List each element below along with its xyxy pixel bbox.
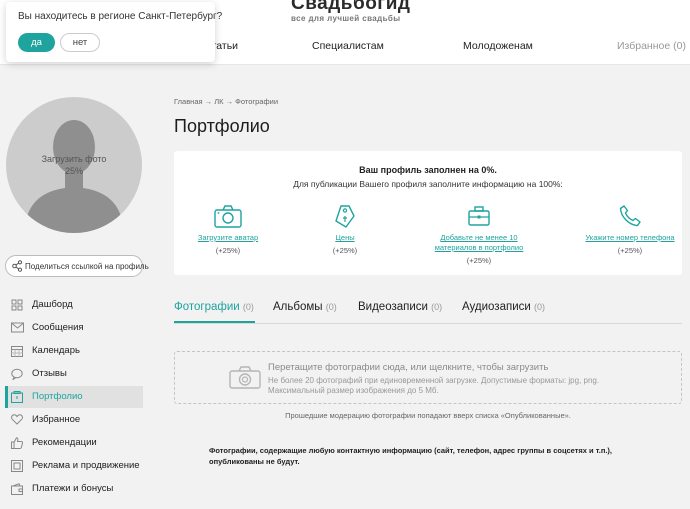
- completion-subline: Для публикации Вашего профиля заполните …: [293, 179, 563, 189]
- nav-specialists[interactable]: Специалистам: [312, 40, 384, 52]
- page-title: Портфолио: [174, 116, 270, 136]
- completion-headline: Ваш профиль заполнен на 0%.: [359, 165, 497, 175]
- phone-icon: [619, 205, 641, 227]
- tab-label: Видеозаписи: [358, 301, 428, 313]
- ad-icon: [11, 460, 23, 472]
- logo-title[interactable]: Свадьбогид: [291, 0, 410, 15]
- sidebar-item-dashboard[interactable]: Дашборд: [5, 294, 143, 316]
- camera-icon: [214, 205, 242, 228]
- contact-info-warning: Фотографии, содержащие любую контактную …: [209, 446, 613, 466]
- sidebar-item-label: Сообщения: [32, 322, 84, 333]
- completion-item-avatar[interactable]: Загрузите аватар (+25%): [178, 203, 278, 255]
- calendar-icon: [11, 346, 23, 357]
- portfolio-icon: [11, 391, 23, 403]
- active-tab-indicator: [174, 321, 255, 323]
- thumbs-up-icon: [11, 437, 23, 449]
- completion-item-percent: (+25%): [332, 246, 358, 255]
- envelope-icon: [11, 322, 24, 333]
- tab-count: (0): [534, 302, 546, 312]
- sidebar-item-label: Портфолио: [32, 391, 83, 402]
- sidebar-item-payments[interactable]: Платежи и бонусы: [5, 478, 143, 500]
- completion-item-percent: (+25%): [617, 246, 643, 255]
- media-tabs: Фотографии (0) Альбомы (0) Видеозаписи (…: [174, 300, 682, 324]
- dropzone-size-limit: Максимальный размер изображения до 5 Мб.: [268, 386, 439, 395]
- completion-item-percent: (+25%): [215, 246, 241, 255]
- completion-item-percent: (+25%): [466, 256, 492, 265]
- region-no-button[interactable]: нет: [60, 33, 100, 52]
- dropzone-limits: Не более 20 фотографий при единовременно…: [268, 376, 600, 385]
- moderation-note: Прошедшие модерацию фотографии попадают …: [285, 411, 571, 420]
- tab-albums[interactable]: Альбомы (0): [273, 301, 337, 313]
- sidebar-item-label: Рекомендации: [32, 437, 97, 448]
- region-popup: Вы находитесь в регионе Санкт-Петербург?…: [6, 2, 222, 62]
- tab-audio[interactable]: Аудиозаписи (0): [462, 301, 545, 313]
- price-tag-icon: [335, 205, 355, 228]
- sidebar-item-messages[interactable]: Сообщения: [5, 317, 143, 339]
- avatar-upload[interactable]: Загрузить фото 25%: [6, 97, 142, 233]
- region-yes-button[interactable]: да: [18, 33, 55, 52]
- share-profile-label: Поделиться ссылкой на профиль: [25, 262, 149, 271]
- nav-favorites[interactable]: Избранное (0): [617, 40, 686, 52]
- briefcase-icon: [468, 206, 490, 226]
- tab-count: (0): [325, 302, 337, 312]
- tab-label: Аудиозаписи: [462, 301, 531, 313]
- tab-photos[interactable]: Фотографии (0): [174, 301, 254, 313]
- completion-item-label[interactable]: Добавьте не менее 10 материалов в портфо…: [429, 233, 529, 253]
- sidebar-item-label: Реклама и продвижение: [32, 460, 140, 471]
- camera-icon: [229, 366, 261, 389]
- sidebar-item-label: Платежи и бонусы: [32, 483, 114, 494]
- sidebar-item-calendar[interactable]: Календарь: [5, 340, 143, 362]
- sidebar-item-label: Календарь: [32, 345, 80, 356]
- sidebar-item-label: Дашборд: [32, 299, 73, 310]
- sidebar-item-favorites[interactable]: Избранное: [5, 409, 143, 431]
- tab-count: (0): [242, 302, 254, 312]
- share-profile-button[interactable]: Поделиться ссылкой на профиль: [5, 255, 149, 277]
- sidebar-item-label: Избранное: [32, 414, 81, 425]
- tab-count: (0): [431, 302, 443, 312]
- profile-completion-card: Ваш профиль заполнен на 0%. Для публикац…: [174, 151, 682, 275]
- sidebar-item-label: Отзывы: [32, 368, 67, 379]
- completion-item-phone[interactable]: Укажите номер телефона (+25%): [580, 203, 680, 255]
- region-question: Вы находитесь в регионе Санкт-Петербург?: [18, 11, 223, 22]
- sidebar-item-reviews[interactable]: Отзывы: [5, 363, 143, 385]
- completion-item-label[interactable]: Цены: [295, 233, 395, 243]
- completion-item-prices[interactable]: Цены (+25%): [295, 203, 395, 255]
- breadcrumb[interactable]: Главная → ЛК → Фотографии: [174, 97, 278, 106]
- tab-label: Фотографии: [174, 301, 240, 313]
- photo-dropzone[interactable]: Перетащите фотографии сюда, или щелкните…: [174, 351, 682, 404]
- upload-photo-percent: 25%: [64, 166, 83, 176]
- completion-item-label[interactable]: Загрузите аватар: [178, 233, 278, 243]
- upload-photo-label: Загрузить фото: [41, 154, 107, 164]
- tab-videos[interactable]: Видеозаписи (0): [358, 301, 442, 313]
- heart-icon: [11, 414, 23, 425]
- completion-item-label[interactable]: Укажите номер телефона: [580, 233, 680, 243]
- logo-subtitle: все для лучшей свадьбы: [291, 14, 401, 23]
- tab-label: Альбомы: [273, 301, 323, 313]
- dropzone-title: Перетащите фотографии сюда, или щелкните…: [268, 362, 549, 373]
- dashboard-icon: [11, 299, 23, 311]
- sidebar-item-recommendations[interactable]: Рекомендации: [5, 432, 143, 454]
- sidebar-item-advertising[interactable]: Реклама и продвижение: [5, 455, 143, 477]
- share-icon: [12, 260, 22, 272]
- chat-bubble-icon: [11, 368, 23, 380]
- completion-item-portfolio[interactable]: Добавьте не менее 10 материалов в портфо…: [429, 203, 529, 265]
- wallet-icon: [11, 483, 23, 495]
- nav-newlyweds[interactable]: Молодоженам: [463, 40, 533, 52]
- sidebar-item-portfolio[interactable]: Портфолио: [5, 386, 143, 408]
